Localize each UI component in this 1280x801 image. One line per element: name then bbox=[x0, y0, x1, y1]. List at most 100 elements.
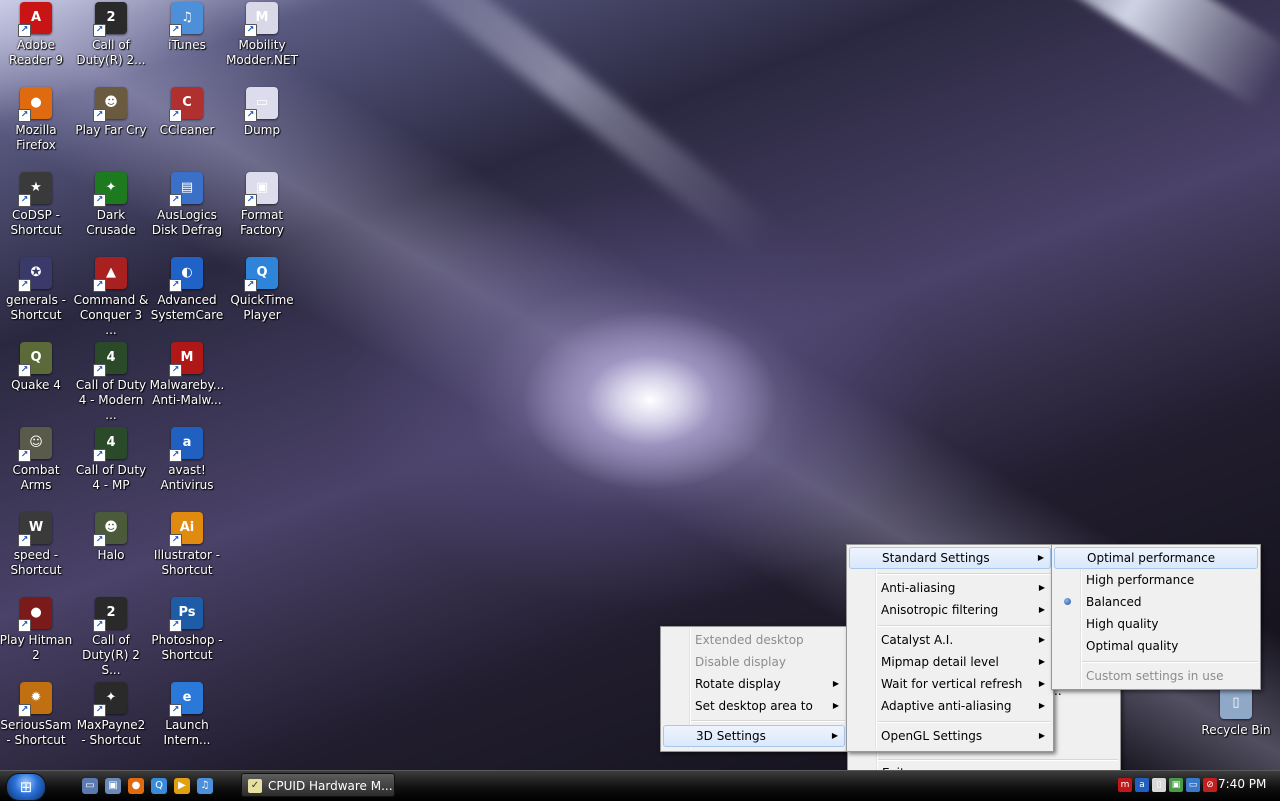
launch-intern-icon: e bbox=[169, 682, 203, 717]
desktop-icon-advanced-systemcare[interactable]: ◐Advanced SystemCare bbox=[149, 257, 225, 323]
menu-item-label: OpenGL Settings bbox=[881, 729, 983, 743]
menu-item-wait-for-vertical-refresh[interactable]: Wait for vertical refresh ▶ bbox=[849, 673, 1051, 695]
menu-item-3d-settings[interactable]: 3D Settings ▶ bbox=[663, 725, 845, 747]
quicklaunch-search-icon[interactable]: Q bbox=[151, 778, 167, 794]
desktop-icon-label: Play Far Cry bbox=[75, 123, 147, 137]
desktop-icon-label: avast! Antivirus bbox=[160, 463, 214, 492]
desktop-icon-label: Adobe Reader 9 bbox=[9, 38, 63, 67]
system-clock[interactable]: 7:40 PM bbox=[1218, 777, 1266, 791]
tray-network-icon[interactable]: ▯ bbox=[1152, 778, 1166, 792]
tray-volume-muted-icon[interactable]: ⊘ bbox=[1203, 778, 1217, 792]
menu-item-label: 3D Settings bbox=[696, 729, 766, 743]
menu-item-balanced[interactable]: Balanced bbox=[1054, 591, 1258, 613]
tray-display-icon[interactable]: ▭ bbox=[1186, 778, 1200, 792]
tray-monitor-icon[interactable]: ▣ bbox=[1169, 778, 1183, 792]
desktop-icon-adobe-reader-9[interactable]: AAdobe Reader 9 bbox=[0, 2, 74, 68]
adobe-reader-9-icon: A bbox=[18, 2, 52, 37]
desktop-icon-auslogics-disk-defrag[interactable]: ▤AusLogics Disk Defrag bbox=[149, 172, 225, 238]
desktop-icon-serioussam-shortcut[interactable]: ✹SeriousSam - Shortcut bbox=[0, 682, 74, 748]
submenu-arrow-icon: ▶ bbox=[1038, 605, 1045, 614]
desktop-icon-play-far-cry[interactable]: ☻Play Far Cry bbox=[73, 87, 149, 138]
desktop-icon-label: Photoshop - Shortcut bbox=[151, 633, 223, 662]
desktop-icon-call-of-duty-4-mp[interactable]: 4Call of Duty 4 - MP bbox=[73, 427, 149, 493]
desktop-icon-dark-crusade[interactable]: ✦Dark Crusade bbox=[73, 172, 149, 238]
desktop-icon-play-hitman-2[interactable]: ●Play Hitman 2 bbox=[0, 597, 74, 663]
menu-item-set-desktop-area-to[interactable]: Set desktop area to ▶ bbox=[663, 695, 845, 717]
desktop-icon-label: AusLogics Disk Defrag bbox=[151, 208, 223, 237]
desktop-icon-command-conquer-3[interactable]: ▲Command & Conquer 3 ... bbox=[73, 257, 149, 338]
quicklaunch-show-desktop-icon[interactable]: ▭ bbox=[82, 778, 98, 794]
desktop-icon-mobility-modder-net[interactable]: MMobility Modder.NET bbox=[224, 2, 300, 68]
desktop-icon-illustrator-shortcut[interactable]: AiIllustrator - Shortcut bbox=[149, 512, 225, 578]
play-far-cry-icon: ☻ bbox=[93, 87, 127, 122]
desktop-icon-launch-intern[interactable]: eLaunch Intern... bbox=[149, 682, 225, 748]
submenu-arrow-icon: ▶ bbox=[832, 679, 839, 688]
start-button[interactable]: ⊞ bbox=[6, 773, 46, 801]
menu-item-anisotropic-filtering[interactable]: Anisotropic filtering ▶ bbox=[849, 599, 1051, 621]
desktop-icon-label: Halo bbox=[97, 548, 125, 562]
submenu-arrow-icon: ▶ bbox=[1038, 635, 1045, 644]
desktop-icon-label: QuickTime Player bbox=[230, 293, 294, 322]
quicklaunch-media-icon[interactable]: ▶ bbox=[174, 778, 190, 794]
maxpayne2-shortcut-icon: ✦ bbox=[93, 682, 127, 717]
desktop-icon-label: Call of Duty(R) 2 S... bbox=[82, 633, 140, 677]
desktop-icon-codsp-shortcut[interactable]: ★CoDSP - Shortcut bbox=[0, 172, 74, 238]
desktop-icon-label: Quake 4 bbox=[11, 378, 61, 392]
desktop-icon-mozilla-firefox[interactable]: ●Mozilla Firefox bbox=[0, 87, 74, 153]
format-factory-icon: ▣ bbox=[244, 172, 278, 207]
menu-item-custom-settings-in-use: Custom settings in use bbox=[1054, 665, 1258, 687]
call-of-duty-4-mp-icon: 4 bbox=[93, 427, 127, 462]
quicklaunch-firefox-icon[interactable]: ● bbox=[128, 778, 144, 794]
quake-4-icon: Q bbox=[18, 342, 52, 377]
tray-avast-icon[interactable]: a bbox=[1135, 778, 1149, 792]
quicklaunch-itunes-icon[interactable]: ♫ bbox=[197, 778, 213, 794]
menu-item-label: Extended desktop bbox=[695, 633, 804, 647]
desktop-icon-generals-shortcut[interactable]: ✪generals - Shortcut bbox=[0, 257, 74, 323]
menu-item-catalyst-a-i[interactable]: Catalyst A.I. ▶ bbox=[849, 629, 1051, 651]
menu-item-label: Custom settings in use bbox=[1086, 669, 1224, 683]
dark-crusade-icon: ✦ bbox=[93, 172, 127, 207]
codsp-shortcut-icon: ★ bbox=[18, 172, 52, 207]
taskbar-button-cpuid[interactable]: ✓ CPUID Hardware M... bbox=[241, 773, 395, 797]
desktop-icon-ccleaner[interactable]: CCCleaner bbox=[149, 87, 225, 138]
desktop-icon-label: MaxPayne2 - Shortcut bbox=[76, 718, 146, 747]
menu-item-optimal-quality[interactable]: Optimal quality bbox=[1054, 635, 1258, 657]
desktop-icon-call-of-duty-4-modern[interactable]: 4Call of Duty 4 - Modern ... bbox=[73, 342, 149, 423]
standard-settings-menu: Optimal performance High performance Balan… bbox=[1051, 544, 1261, 690]
menu-item-standard-settings[interactable]: Standard Settings ▶ bbox=[849, 547, 1051, 569]
menu-item-mipmap-detail-level[interactable]: Mipmap detail level ▶ bbox=[849, 651, 1051, 673]
desktop-icon-quake-4[interactable]: QQuake 4 bbox=[0, 342, 74, 393]
desktop-icon-avast-antivirus[interactable]: aavast! Antivirus bbox=[149, 427, 225, 493]
menu-item-adaptive-anti-aliasing[interactable]: Adaptive anti-aliasing ▶ bbox=[849, 695, 1051, 717]
menu-item-high-performance[interactable]: High performance bbox=[1054, 569, 1258, 591]
desktop-icon-maxpayne2-shortcut[interactable]: ✦MaxPayne2 - Shortcut bbox=[73, 682, 149, 748]
menu-item-rotate-display[interactable]: Rotate display ▶ bbox=[663, 673, 845, 695]
desktop-icon-label: iTunes bbox=[168, 38, 206, 52]
malwareby-anti-malw-icon: M bbox=[169, 342, 203, 377]
desktop-icon-dump[interactable]: ▭Dump bbox=[224, 87, 300, 138]
desktop-icon-format-factory[interactable]: ▣Format Factory bbox=[224, 172, 300, 238]
menu-item-label: Balanced bbox=[1086, 595, 1142, 609]
desktop-icon-recycle-bin[interactable]: ▯ Recycle Bin bbox=[1198, 687, 1274, 738]
menu-item-label: Set desktop area to bbox=[695, 699, 813, 713]
desktop-icon-halo[interactable]: ☻Halo bbox=[73, 512, 149, 563]
menu-item-opengl-settings[interactable]: OpenGL Settings ▶ bbox=[849, 725, 1051, 747]
tray-malwarebytes-icon[interactable]: m bbox=[1118, 778, 1132, 792]
desktop-icon-quicktime-player[interactable]: QQuickTime Player bbox=[224, 257, 300, 323]
desktop-icon-call-of-duty-r-2[interactable]: 2Call of Duty(R) 2... bbox=[73, 2, 149, 68]
menu-item-high-quality[interactable]: High quality bbox=[1054, 613, 1258, 635]
desktop-icon-combat-arms[interactable]: ☺Combat Arms bbox=[0, 427, 74, 493]
desktop-icon-itunes[interactable]: ♫iTunes bbox=[149, 2, 225, 53]
desktop-icon-speed-shortcut[interactable]: Wspeed - Shortcut bbox=[0, 512, 74, 578]
menu-item-anti-aliasing[interactable]: Anti-aliasing ▶ bbox=[849, 577, 1051, 599]
menu-item-optimal-performance[interactable]: Optimal performance bbox=[1054, 547, 1258, 569]
desktop-icon-call-of-duty-r-2-s[interactable]: 2Call of Duty(R) 2 S... bbox=[73, 597, 149, 678]
menu-item-label: High performance bbox=[1086, 573, 1195, 587]
desktop-icon-photoshop-shortcut[interactable]: PsPhotoshop - Shortcut bbox=[149, 597, 225, 663]
desktop-icon-label: Malwareby... Anti-Malw... bbox=[149, 378, 225, 407]
desktop-icon-malwareby-anti-malw[interactable]: MMalwareby... Anti-Malw... bbox=[149, 342, 225, 408]
submenu-arrow-icon: ▶ bbox=[1038, 679, 1045, 688]
menu-item-label: Disable display bbox=[695, 655, 786, 669]
desktop-icon-label: Command & Conquer 3 ... bbox=[73, 293, 149, 337]
quicklaunch-switch-windows-icon[interactable]: ▣ bbox=[105, 778, 121, 794]
